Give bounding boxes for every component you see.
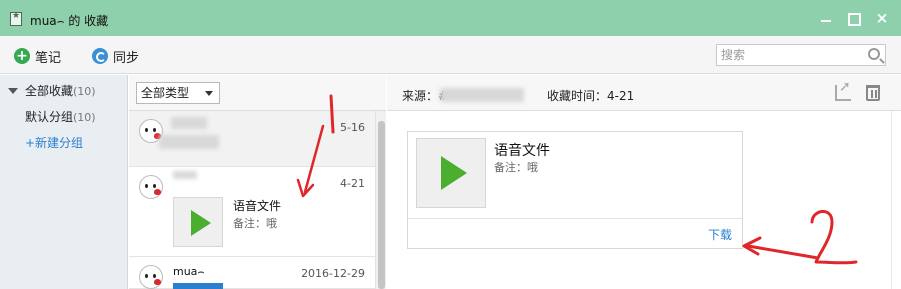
trash-icon[interactable]	[866, 85, 880, 101]
new-group-button[interactable]: +新建分组	[0, 131, 128, 155]
voice-title: 语音文件	[494, 143, 550, 159]
item-date: 2016-12-29	[301, 267, 365, 280]
new-note-button[interactable]: + 笔记	[14, 47, 62, 66]
sync-label: 同步	[113, 50, 140, 66]
list-item[interactable]: 4-21 语音文件 备注：哦	[129, 167, 375, 257]
list-header: 全部类型	[129, 75, 386, 111]
blurred-name	[171, 117, 207, 129]
sidebar: 全部收藏(10) 默认分组(10) +新建分组	[0, 75, 128, 289]
card-divider	[408, 218, 742, 219]
list-item[interactable]: mua⌢ 2016-12-29	[129, 257, 375, 289]
blurred-preview	[159, 135, 219, 149]
play-icon	[441, 156, 467, 190]
title-bar: mua⌢ 的 收藏 ×	[0, 0, 901, 36]
type-filter-select[interactable]: 全部类型	[136, 82, 220, 104]
search-input[interactable]	[717, 45, 857, 65]
sidebar-item-label: 默认分组	[25, 110, 74, 124]
search-box	[716, 44, 886, 66]
blurred-source	[440, 88, 524, 102]
blurred-name	[173, 171, 197, 179]
sidebar-item-count: (10)	[73, 85, 96, 98]
voice-thumbnail[interactable]	[416, 138, 486, 208]
maximize-button[interactable]	[845, 11, 861, 26]
link-preview-bar	[173, 283, 223, 289]
avatar	[139, 175, 163, 199]
item-date: 4-21	[340, 177, 365, 190]
collect-time: 收藏时间：4-21	[547, 89, 635, 103]
sidebar-item-all-favorites[interactable]: 全部收藏(10)	[0, 79, 128, 103]
add-icon: +	[14, 48, 30, 64]
dropdown-arrow-icon	[205, 91, 213, 96]
sync-button[interactable]: 同步	[92, 47, 140, 66]
voice-thumbnail[interactable]	[173, 197, 223, 247]
scrollbar-thumb[interactable]	[378, 121, 385, 289]
detail-scrollbar[interactable]	[891, 111, 901, 289]
sidebar-item-count: (10)	[73, 111, 96, 124]
toolbar: + 笔记 同步	[0, 36, 901, 74]
play-icon	[191, 210, 211, 236]
sync-icon	[92, 48, 108, 64]
list-item[interactable]: 5-16	[129, 111, 375, 167]
avatar	[139, 265, 163, 289]
search-icon[interactable]	[868, 48, 880, 60]
voice-card: 语音文件 备注：哦 下载	[407, 131, 743, 249]
minimize-button[interactable]	[818, 11, 834, 25]
sidebar-item-label: 全部收藏	[25, 84, 74, 98]
favorites-list: 5-16 4-21 语音文件 备注：哦 mua⌢ 2016-12-29	[129, 111, 375, 289]
list-scrollbar[interactable]	[375, 111, 386, 289]
voice-title: 语音文件	[233, 199, 282, 213]
voice-note: 备注：哦	[233, 217, 277, 230]
note-label: 笔记	[35, 50, 62, 66]
window-title: mua⌢ 的 收藏	[30, 14, 109, 28]
voice-note: 备注：哦	[494, 161, 538, 174]
detail-pane: 语音文件 备注：哦 下载	[387, 111, 891, 289]
detail-header: 来源：# 收藏时间：4-21	[387, 75, 901, 111]
source-label: 来源：	[402, 89, 439, 103]
item-author: mua⌢	[173, 265, 205, 278]
sidebar-item-default-group[interactable]: 默认分组(10)	[0, 105, 128, 129]
share-icon[interactable]	[835, 79, 851, 101]
collapse-arrow-icon[interactable]	[8, 88, 18, 94]
download-link[interactable]: 下载	[708, 226, 732, 243]
item-date: 5-16	[340, 121, 365, 134]
close-button[interactable]: ×	[874, 11, 890, 26]
favorites-app-icon	[10, 11, 22, 26]
type-filter-value: 全部类型	[141, 86, 190, 100]
